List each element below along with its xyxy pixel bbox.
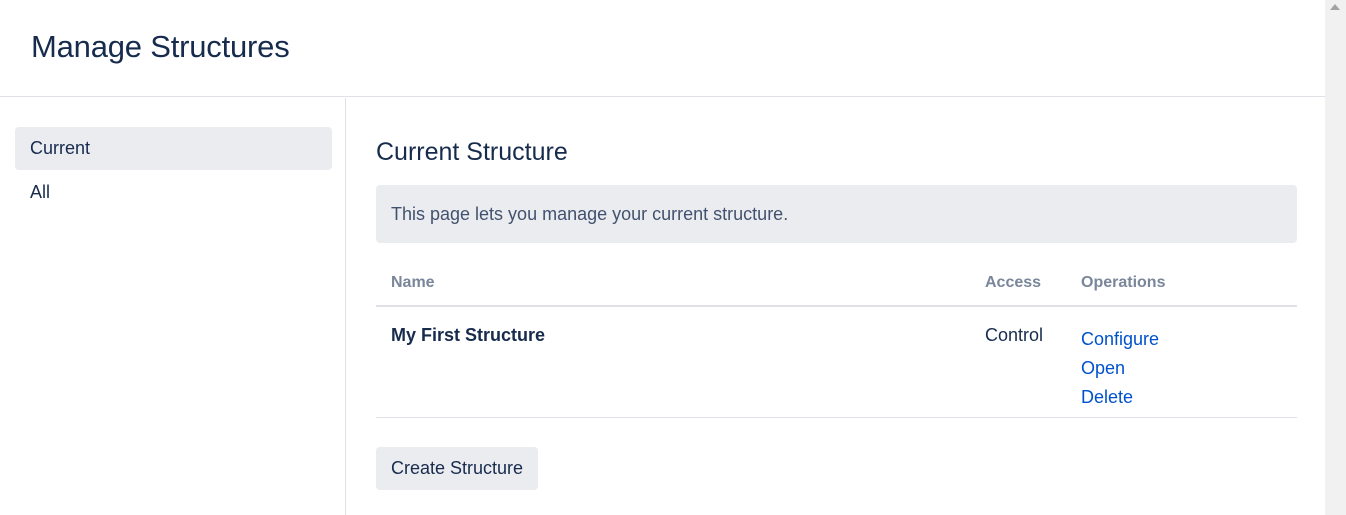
- manage-structures-page: Manage Structures Current All Current St…: [0, 0, 1346, 515]
- configure-link[interactable]: Configure: [1081, 325, 1159, 354]
- page-title: Manage Structures: [31, 29, 290, 64]
- sidebar-item-current[interactable]: Current: [15, 127, 332, 170]
- open-link[interactable]: Open: [1081, 354, 1159, 383]
- page-header: Manage Structures: [0, 0, 1325, 97]
- column-header-access: Access: [985, 274, 1042, 291]
- vertical-scrollbar[interactable]: [1325, 0, 1346, 515]
- structure-access: Control: [985, 325, 1044, 345]
- operations-list: Configure Open Delete: [1081, 325, 1159, 412]
- column-header-name: Name: [391, 274, 435, 291]
- info-message: This page lets you manage your current s…: [376, 185, 1297, 243]
- create-structure-button[interactable]: Create Structure: [376, 447, 539, 490]
- column-header-operations: Operations: [1081, 274, 1166, 291]
- sidebar-item-all[interactable]: All: [15, 171, 332, 214]
- table-row: My First Structure Control Configure Ope…: [376, 307, 1297, 418]
- table-header: Name Access Operations: [376, 268, 1297, 307]
- sidebar: Current All: [0, 98, 346, 515]
- section-title: Current Structure: [376, 138, 568, 166]
- structure-name: My First Structure: [391, 325, 546, 345]
- scroll-up-arrow-icon[interactable]: [1330, 4, 1340, 10]
- delete-link[interactable]: Delete: [1081, 383, 1159, 412]
